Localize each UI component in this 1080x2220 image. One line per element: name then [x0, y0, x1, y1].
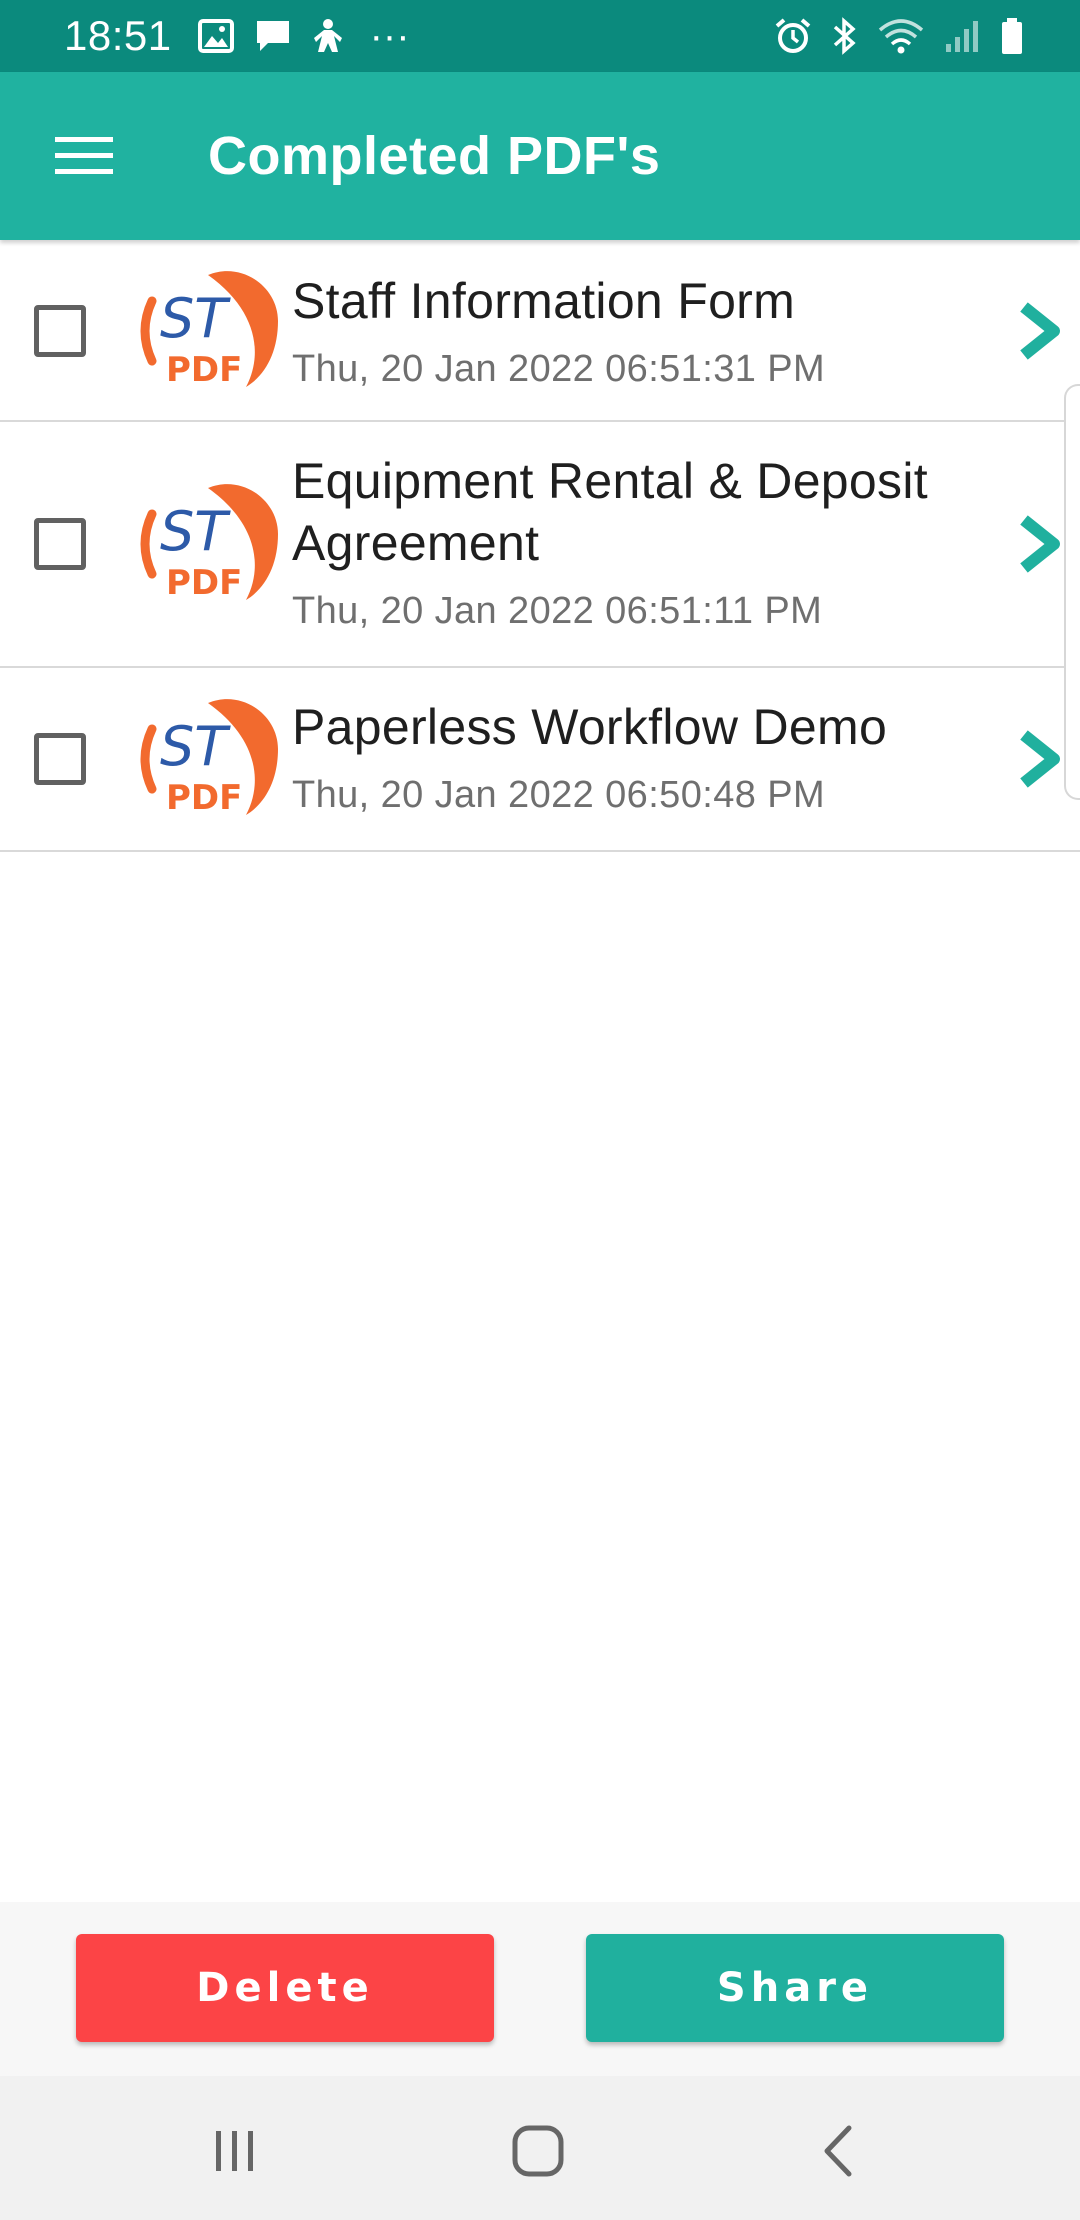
wifi-icon: [878, 19, 924, 54]
app-bar: Completed PDF's: [0, 72, 1080, 240]
item-date: Thu, 20 Jan 2022 06:50:48 PM: [292, 774, 826, 816]
stpdf-logo-icon: ST PDF: [140, 271, 278, 390]
logo-top-text: ST: [160, 287, 231, 350]
more-notifications-indicator: ···: [369, 14, 410, 58]
item-checkbox[interactable]: [34, 518, 86, 570]
status-time: 18:51: [64, 12, 172, 59]
system-nav-bar: [0, 2076, 1080, 2220]
share-button[interactable]: Share: [586, 1934, 1004, 2042]
status-left: 18:51 ···: [64, 12, 410, 60]
signal-icon: [946, 21, 978, 52]
recent-apps-icon[interactable]: [200, 2116, 270, 2186]
stpdf-logo-icon: ST PDF: [140, 699, 278, 818]
item-title: Staff Information Form: [292, 273, 796, 329]
chevron-right-icon[interactable]: [1018, 301, 1062, 361]
status-right: [754, 16, 1024, 56]
logo-bottom-text: PDF: [166, 350, 242, 390]
logo-top-text: ST: [160, 715, 231, 778]
item-text: Staff Information Form Thu, 20 Jan 2022 …: [292, 270, 970, 391]
edge-panel-handle[interactable]: [1064, 384, 1080, 800]
menu-button[interactable]: [54, 126, 114, 186]
message-notification-icon: [256, 21, 289, 51]
chevron-right-icon[interactable]: [1018, 514, 1062, 574]
item-text: Equipment Rental & Deposit Agreement Thu…: [292, 450, 970, 633]
list-item[interactable]: ST PDF Staff Information Form Thu, 20 Ja…: [0, 242, 1080, 422]
battery-icon: [1002, 18, 1022, 54]
item-date: Thu, 20 Jan 2022 06:51:11 PM: [292, 590, 823, 632]
stpdf-logo-icon: ST PDF: [140, 484, 278, 603]
bluetooth-icon: [833, 17, 856, 55]
home-icon[interactable]: [503, 2116, 573, 2186]
item-title: Paperless Workflow Demo: [292, 699, 888, 755]
list-item[interactable]: ST PDF Paperless Workflow Demo Thu, 20 J…: [0, 668, 1080, 852]
action-bar: Delete Share: [0, 1902, 1080, 2076]
item-checkbox[interactable]: [34, 733, 86, 785]
chevron-right-icon[interactable]: [1018, 729, 1062, 789]
page-title: Completed PDF's: [208, 126, 661, 186]
image-notification-icon: [197, 19, 234, 53]
hamburger-menu-icon: [55, 137, 113, 174]
logo-bottom-text: PDF: [166, 563, 242, 603]
pdf-list: ST PDF Staff Information Form Thu, 20 Ja…: [0, 242, 1080, 852]
item-checkbox[interactable]: [34, 305, 86, 357]
status-bar: 18:51 ···: [0, 0, 1080, 72]
accessibility-notification-icon: [313, 19, 342, 52]
delete-button[interactable]: Delete: [76, 1934, 494, 2042]
logo-bottom-text: PDF: [166, 778, 242, 818]
back-icon[interactable]: [805, 2116, 875, 2186]
alarm-icon: [775, 18, 811, 53]
list-item[interactable]: ST PDF Equipment Rental & Deposit Agreem…: [0, 422, 1080, 668]
item-date: Thu, 20 Jan 2022 06:51:31 PM: [292, 348, 826, 390]
item-title: Equipment Rental & Deposit Agreement: [292, 453, 928, 571]
logo-top-text: ST: [160, 500, 231, 563]
item-text: Paperless Workflow Demo Thu, 20 Jan 2022…: [292, 696, 970, 817]
